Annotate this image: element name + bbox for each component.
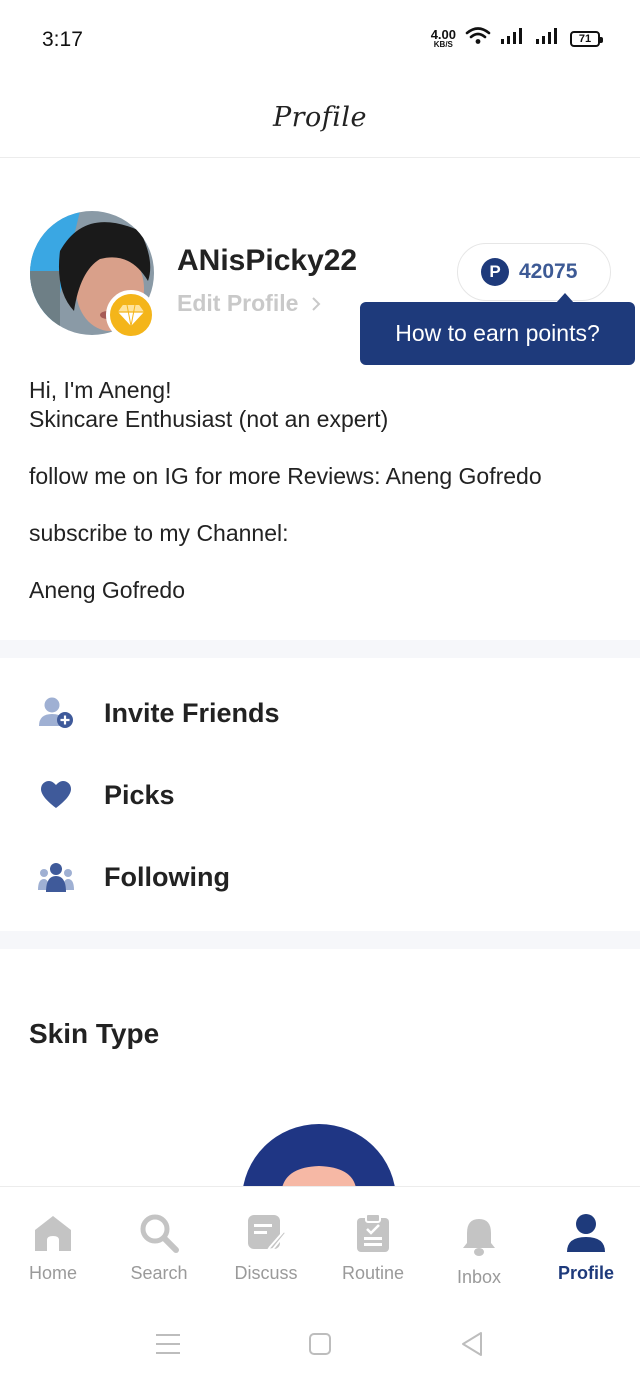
menu-item-label: Following: [104, 861, 230, 892]
home-icon: [33, 1213, 73, 1253]
bio-line: Hi, I'm Aneng!: [29, 377, 172, 403]
profile-section: ANisPicky22 Edit Profile P 42075 How to …: [0, 158, 640, 640]
signal-icon-2: [535, 27, 561, 50]
heart-icon: [38, 777, 74, 813]
skin-type-title: Skin Type: [29, 1018, 160, 1049]
battery-level: 71: [578, 32, 592, 45]
bottom-nav: Home Search Discuss Routine Inbox Profil…: [0, 1186, 640, 1296]
status-bar: 3:17 4.00 KB/S 71: [0, 0, 640, 78]
back-icon[interactable]: [454, 1330, 490, 1358]
nav-label: Discuss: [234, 1263, 298, 1283]
app-header: Profile: [0, 78, 640, 158]
bio-line: Aneng Gofredo: [29, 577, 186, 603]
status-icons: 4.00 KB/S 71: [431, 26, 603, 51]
chevron-right-icon: [311, 291, 321, 318]
nav-profile[interactable]: Profile: [533, 1187, 639, 1297]
system-nav-bar: [0, 1296, 640, 1386]
search-icon: [139, 1213, 179, 1253]
network-speed: 4.00 KB/S: [431, 28, 456, 49]
tooltip-text: How to earn points?: [395, 320, 600, 346]
home-square-icon[interactable]: [302, 1330, 338, 1358]
menu-item-label: Invite Friends: [104, 697, 280, 728]
points-value: 42075: [519, 260, 578, 283]
discuss-icon: [246, 1213, 286, 1253]
section-divider: [0, 931, 640, 949]
menu-item-following[interactable]: Following: [0, 837, 640, 917]
menu-item-picks[interactable]: Picks: [0, 755, 640, 835]
edit-profile-label: Edit Profile: [177, 290, 299, 316]
add-user-icon: [38, 695, 74, 731]
page-title: Profile: [272, 102, 368, 133]
points-icon: P: [481, 258, 509, 286]
clipboard-icon: [353, 1213, 393, 1253]
bio-line: Skincare Enthusiast (not an expert): [29, 406, 389, 432]
nav-label: Profile: [557, 1263, 614, 1283]
nav-home[interactable]: Home: [0, 1187, 106, 1297]
signal-icon: [500, 27, 526, 50]
bio: Hi, I'm Aneng! Skincare Enthusiast (not …: [29, 376, 619, 605]
nav-label: Search: [130, 1263, 188, 1283]
group-icon: [38, 859, 74, 895]
bio-line: follow me on IG for more Reviews: Aneng …: [29, 463, 542, 489]
menu-icon[interactable]: [150, 1330, 186, 1358]
diamond-badge-icon: [106, 290, 156, 340]
nav-discuss[interactable]: Discuss: [213, 1187, 319, 1297]
bio-line: subscribe to my Channel:: [29, 520, 289, 546]
earn-points-tooltip[interactable]: How to earn points?: [360, 293, 635, 365]
menu-item-label: Picks: [104, 779, 175, 810]
edit-profile-link[interactable]: Edit Profile: [177, 290, 321, 318]
nav-label: Inbox: [456, 1267, 502, 1287]
points-button[interactable]: P 42075: [457, 243, 611, 301]
menu-item-invite-friends[interactable]: Invite Friends: [0, 673, 640, 753]
network-speed-unit: KB/S: [433, 40, 453, 49]
nav-search[interactable]: Search: [106, 1187, 212, 1297]
nav-label: Home: [28, 1263, 77, 1283]
wifi-icon: [465, 26, 491, 51]
section-divider: [0, 640, 640, 658]
username: ANisPicky22: [177, 244, 358, 277]
nav-routine[interactable]: Routine: [320, 1187, 426, 1297]
bell-icon: [459, 1217, 499, 1257]
battery-icon: 71: [570, 30, 603, 47]
nav-label: Routine: [341, 1263, 405, 1283]
person-icon: [566, 1213, 606, 1253]
nav-inbox[interactable]: Inbox: [426, 1187, 532, 1297]
skin-type-illustration: [242, 1122, 397, 1188]
status-time: 3:17: [42, 28, 83, 51]
